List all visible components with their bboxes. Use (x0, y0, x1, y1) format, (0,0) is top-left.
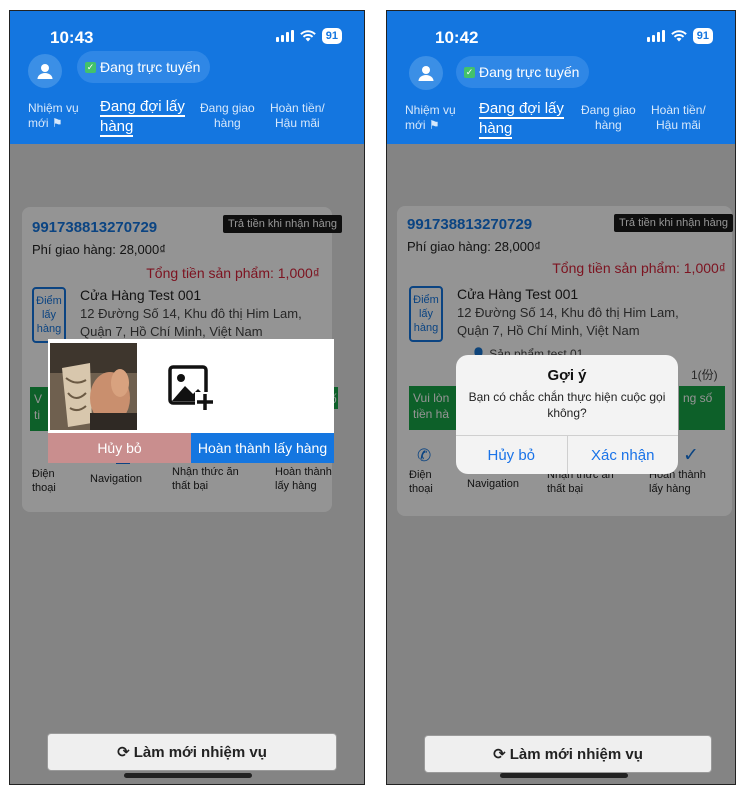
tab-new-line1: Nhiệm vụ (28, 101, 79, 115)
tab-bar: Nhiệm vụ mới ⚑ Đang đợi lấy hàng Đang gi… (387, 99, 735, 144)
dialog-title: Gợi ý (547, 367, 587, 384)
online-status-toggle[interactable]: ✓ Đang trực tuyến (77, 51, 211, 83)
avatar[interactable] (28, 54, 62, 88)
dialog-buttons: Hủy bỏ Xác nhận (456, 435, 678, 474)
tab-waiting-pickup[interactable]: Đang đợi lấy hàng (100, 97, 185, 137)
refresh-label: Làm mới nhiệm vụ (133, 743, 267, 761)
status-icons: 91 (646, 28, 713, 44)
content-area: 991738813270729 Trả tiền khi nhận hàng P… (10, 144, 364, 784)
tab-waiting-line1: Đang đợi lấy (100, 98, 185, 117)
online-status-label: Đang trực tuyến (100, 59, 201, 75)
refresh-tasks-button[interactable]: ⟳ Làm mới nhiệm vụ (47, 733, 337, 771)
battery-icon: 91 (321, 28, 342, 44)
check-icon: ✓ (464, 66, 475, 78)
status-time: 10:43 (50, 28, 94, 47)
refresh-icon: ⟳ (493, 746, 506, 763)
online-status-toggle[interactable]: ✓ Đang trực tuyến (456, 56, 590, 88)
photo-upload-modal: Hủy bỏ Hoàn thành lấy hàng (48, 339, 334, 463)
tab-delivering[interactable]: Đang giao hàng (581, 103, 636, 133)
tab-delivering[interactable]: Đang giao hàng (200, 101, 255, 131)
right-screenshot: 10:42 91 ✓ Đang trực tuyến Nhiệm vụ mới … (386, 10, 736, 785)
dialog-confirm-button[interactable]: Xác nhận (566, 436, 679, 474)
tab-waiting-line2-wrap: hàng (479, 119, 564, 139)
call-confirm-dialog: Gợi ý Bạn có chắc chắn thực hiện cuộc gọ… (456, 355, 678, 474)
wifi-icon (299, 30, 316, 42)
header: 10:43 91 ✓ Đang trực tuyến Nhiệm vụ mới … (10, 11, 364, 144)
tab-refund[interactable]: Hoàn tiền/ Hậu mãi (651, 103, 706, 133)
tab-delivering-line1: Đang giao (581, 103, 636, 117)
tab-delivering-line2: hàng (214, 116, 241, 130)
tab-new-line1: Nhiệm vụ (405, 103, 456, 117)
tab-waiting-line2: hàng (100, 118, 134, 137)
tab-new-line2: mới (28, 116, 49, 130)
tab-waiting-line1-wrap: Đang đợi lấy (100, 97, 185, 117)
tab-new-tasks[interactable]: Nhiệm vụ mới ⚑ (28, 101, 79, 131)
home-indicator (124, 773, 252, 778)
refresh-icon: ⟳ (117, 744, 130, 761)
header: 10:42 91 ✓ Đang trực tuyến Nhiệm vụ mới … (387, 11, 735, 144)
check-icon: ✓ (85, 61, 96, 73)
tab-new-line2-wrap: mới ⚑ (28, 116, 79, 131)
tab-new-line2: mới (405, 118, 426, 132)
tab-refund-line1: Hoàn tiền/ (651, 103, 706, 117)
home-indicator (500, 773, 628, 778)
tab-new-line2-wrap: mới ⚑ (405, 118, 456, 133)
tab-bar: Nhiệm vụ mới ⚑ Đang đợi lấy hàng Đang gi… (10, 98, 364, 144)
tab-waiting-pickup[interactable]: Đang đợi lấy hàng (479, 99, 564, 139)
tab-refund-line2: Hậu mãi (656, 118, 701, 132)
tab-refund-line2: Hậu mãi (275, 116, 320, 130)
status-time: 10:42 (435, 28, 479, 47)
uploaded-photo-thumbnail[interactable] (50, 343, 137, 430)
tab-refund[interactable]: Hoàn tiền/ Hậu mãi (270, 101, 325, 131)
photo-cancel-button[interactable]: Hủy bỏ (48, 433, 191, 463)
flag-icon: ⚑ (428, 118, 440, 132)
wifi-icon (670, 30, 687, 42)
tab-delivering-line1: Đang giao (200, 101, 255, 115)
battery-icon: 91 (692, 28, 713, 44)
photo-image (50, 343, 137, 430)
tab-delivering-line2: hàng (595, 118, 622, 132)
tab-waiting-line2: hàng (479, 120, 513, 139)
user-icon (37, 64, 53, 79)
dialog-message: Bạn có chắc chắn thực hiện cuộc gọi khôn… (468, 390, 666, 420)
tab-new-tasks[interactable]: Nhiệm vụ mới ⚑ (405, 103, 456, 133)
avatar[interactable] (409, 56, 443, 90)
add-image-icon (167, 364, 215, 412)
refresh-tasks-button[interactable]: ⟳ Làm mới nhiệm vụ (424, 735, 712, 773)
tab-waiting-line2-wrap: hàng (100, 117, 185, 137)
online-status-label: Đang trực tuyến (479, 64, 580, 80)
modal-overlay (10, 144, 364, 784)
status-icons: 91 (275, 28, 342, 44)
dialog-cancel-button[interactable]: Hủy bỏ (456, 436, 567, 474)
refresh-label: Làm mới nhiệm vụ (509, 745, 643, 763)
user-icon (418, 66, 434, 81)
signal-icon (275, 30, 294, 42)
complete-pickup-button[interactable]: Hoàn thành lấy hàng (191, 433, 334, 463)
flag-icon: ⚑ (51, 116, 63, 130)
add-photo-button[interactable] (146, 343, 233, 430)
tab-waiting-line1-wrap: Đang đợi lấy (479, 99, 564, 119)
tab-waiting-line1: Đang đợi lấy (479, 100, 564, 119)
tab-refund-line1: Hoàn tiền/ (270, 101, 325, 115)
signal-icon (646, 30, 665, 42)
left-screenshot: 10:43 91 ✓ Đang trực tuyến Nhiệm vụ mới … (9, 10, 365, 785)
